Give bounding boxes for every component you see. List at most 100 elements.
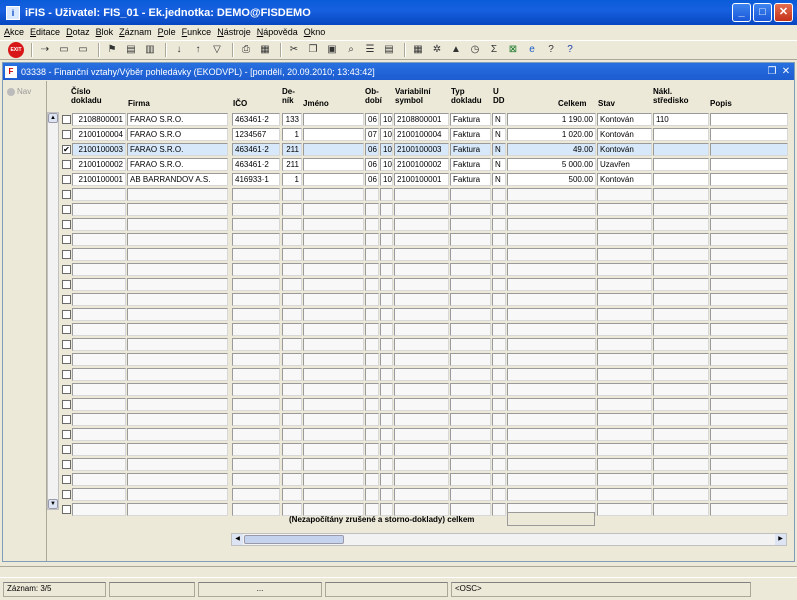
cell-ico[interactable] xyxy=(232,443,280,456)
cell-denik[interactable] xyxy=(282,323,302,336)
cell-firma[interactable] xyxy=(127,413,228,426)
cell-ob1[interactable] xyxy=(365,263,379,276)
cell-ob2[interactable] xyxy=(380,428,393,441)
cell-denik[interactable]: 1 xyxy=(282,128,302,141)
cell-popis[interactable] xyxy=(710,308,788,321)
cell-ob1[interactable] xyxy=(365,203,379,216)
cell-nakl[interactable] xyxy=(653,368,709,381)
cell-firma[interactable] xyxy=(127,488,228,501)
cell-ob1[interactable]: 06 xyxy=(365,158,379,171)
cell-stav[interactable] xyxy=(597,398,652,411)
cell-ico[interactable] xyxy=(232,323,280,336)
row-checkbox[interactable] xyxy=(62,280,71,289)
cell-celkem[interactable]: 49.00 xyxy=(507,143,596,156)
cell-typ[interactable]: Faktura xyxy=(450,113,491,126)
row-checkbox[interactable] xyxy=(62,295,71,304)
cell-vs[interactable] xyxy=(394,323,449,336)
close-icon[interactable]: ✕ xyxy=(780,66,792,77)
cell-nakl[interactable] xyxy=(653,398,709,411)
cell-nakl[interactable] xyxy=(653,353,709,366)
cell-typ[interactable]: Faktura xyxy=(450,173,491,186)
cell-ico[interactable] xyxy=(232,203,280,216)
cell-vs[interactable] xyxy=(394,353,449,366)
cell-ob2[interactable] xyxy=(380,263,393,276)
cell-popis[interactable] xyxy=(710,413,788,426)
menu-item-pole[interactable]: Pole xyxy=(158,27,176,37)
cell-popis[interactable] xyxy=(710,323,788,336)
cell-denik[interactable]: 1 xyxy=(282,173,302,186)
cell-jmeno[interactable] xyxy=(303,338,364,351)
cell-celkem[interactable] xyxy=(507,353,596,366)
cell-firma[interactable]: FARAO S.R.O. xyxy=(127,113,228,126)
cell-cislo[interactable] xyxy=(72,383,126,396)
cell-stav[interactable] xyxy=(597,188,652,201)
cell-typ[interactable] xyxy=(450,473,491,486)
excel-icon[interactable]: ⊠ xyxy=(505,42,521,58)
cell-ob1[interactable] xyxy=(365,368,379,381)
cell-udd[interactable] xyxy=(492,203,506,216)
cell-popis[interactable] xyxy=(710,143,788,156)
cell-ob1[interactable] xyxy=(365,308,379,321)
cell-popis[interactable] xyxy=(710,218,788,231)
cell-nakl[interactable] xyxy=(653,263,709,276)
arrow-in-icon[interactable]: ⇢ xyxy=(37,42,53,58)
cell-cislo[interactable]: 2100100004 xyxy=(72,128,126,141)
cell-ico[interactable] xyxy=(232,308,280,321)
cell-cislo[interactable] xyxy=(72,293,126,306)
cell-celkem[interactable] xyxy=(507,203,596,216)
cell-cislo[interactable] xyxy=(72,398,126,411)
cell-vs[interactable]: 2108800001 xyxy=(394,113,449,126)
row-checkbox[interactable] xyxy=(62,160,71,169)
nav-button[interactable]: Nav xyxy=(7,87,46,96)
folder-open-icon[interactable]: ▤ xyxy=(123,42,139,58)
cell-denik[interactable] xyxy=(282,398,302,411)
cell-vs[interactable] xyxy=(394,188,449,201)
cell-popis[interactable] xyxy=(710,113,788,126)
cell-denik[interactable] xyxy=(282,338,302,351)
cell-stav[interactable] xyxy=(597,488,652,501)
scroll-down-icon[interactable]: ▼ xyxy=(48,499,58,509)
cell-firma[interactable] xyxy=(127,368,228,381)
cell-ico[interactable] xyxy=(232,398,280,411)
cell-ico[interactable]: 416933·1 xyxy=(232,173,280,186)
cell-cislo[interactable] xyxy=(72,488,126,501)
cell-vs[interactable] xyxy=(394,278,449,291)
cell-popis[interactable] xyxy=(710,158,788,171)
row-checkbox[interactable] xyxy=(62,175,71,184)
cell-ico[interactable] xyxy=(232,413,280,426)
sort-az-icon[interactable]: ↓ xyxy=(171,42,187,58)
cell-ob2[interactable]: 10 xyxy=(380,158,393,171)
help-icon[interactable]: ? xyxy=(543,42,559,58)
cell-vs[interactable] xyxy=(394,428,449,441)
cell-typ[interactable] xyxy=(450,398,491,411)
cell-firma[interactable] xyxy=(127,308,228,321)
cell-nakl[interactable] xyxy=(653,383,709,396)
cell-firma[interactable]: AB BARRANDOV A.S. xyxy=(127,173,228,186)
cell-ob1[interactable] xyxy=(365,323,379,336)
cell-firma[interactable]: FARAO S.R.O xyxy=(127,128,228,141)
cell-typ[interactable] xyxy=(450,308,491,321)
cell-ico[interactable] xyxy=(232,218,280,231)
cell-celkem[interactable] xyxy=(507,398,596,411)
scroll-up-icon[interactable]: ▲ xyxy=(48,113,58,123)
cell-typ[interactable] xyxy=(450,233,491,246)
cell-ico[interactable] xyxy=(232,263,280,276)
cell-stav[interactable] xyxy=(597,248,652,261)
cell-denik[interactable] xyxy=(282,413,302,426)
cell-denik[interactable] xyxy=(282,473,302,486)
cell-popis[interactable] xyxy=(710,263,788,276)
maximize-icon[interactable]: □ xyxy=(753,3,772,22)
cell-denik[interactable] xyxy=(282,443,302,456)
cell-typ[interactable] xyxy=(450,263,491,276)
cell-firma[interactable] xyxy=(127,218,228,231)
cell-stav[interactable] xyxy=(597,458,652,471)
cell-ico[interactable] xyxy=(232,278,280,291)
scroll-right-icon[interactable]: ▶ xyxy=(775,534,786,545)
cell-ob2[interactable] xyxy=(380,338,393,351)
row-checkbox[interactable] xyxy=(62,325,71,334)
cell-typ[interactable]: Faktura xyxy=(450,128,491,141)
cell-popis[interactable] xyxy=(710,293,788,306)
cell-ico[interactable] xyxy=(232,233,280,246)
cell-celkem[interactable] xyxy=(507,383,596,396)
chart-icon[interactable]: ▲ xyxy=(448,42,464,58)
